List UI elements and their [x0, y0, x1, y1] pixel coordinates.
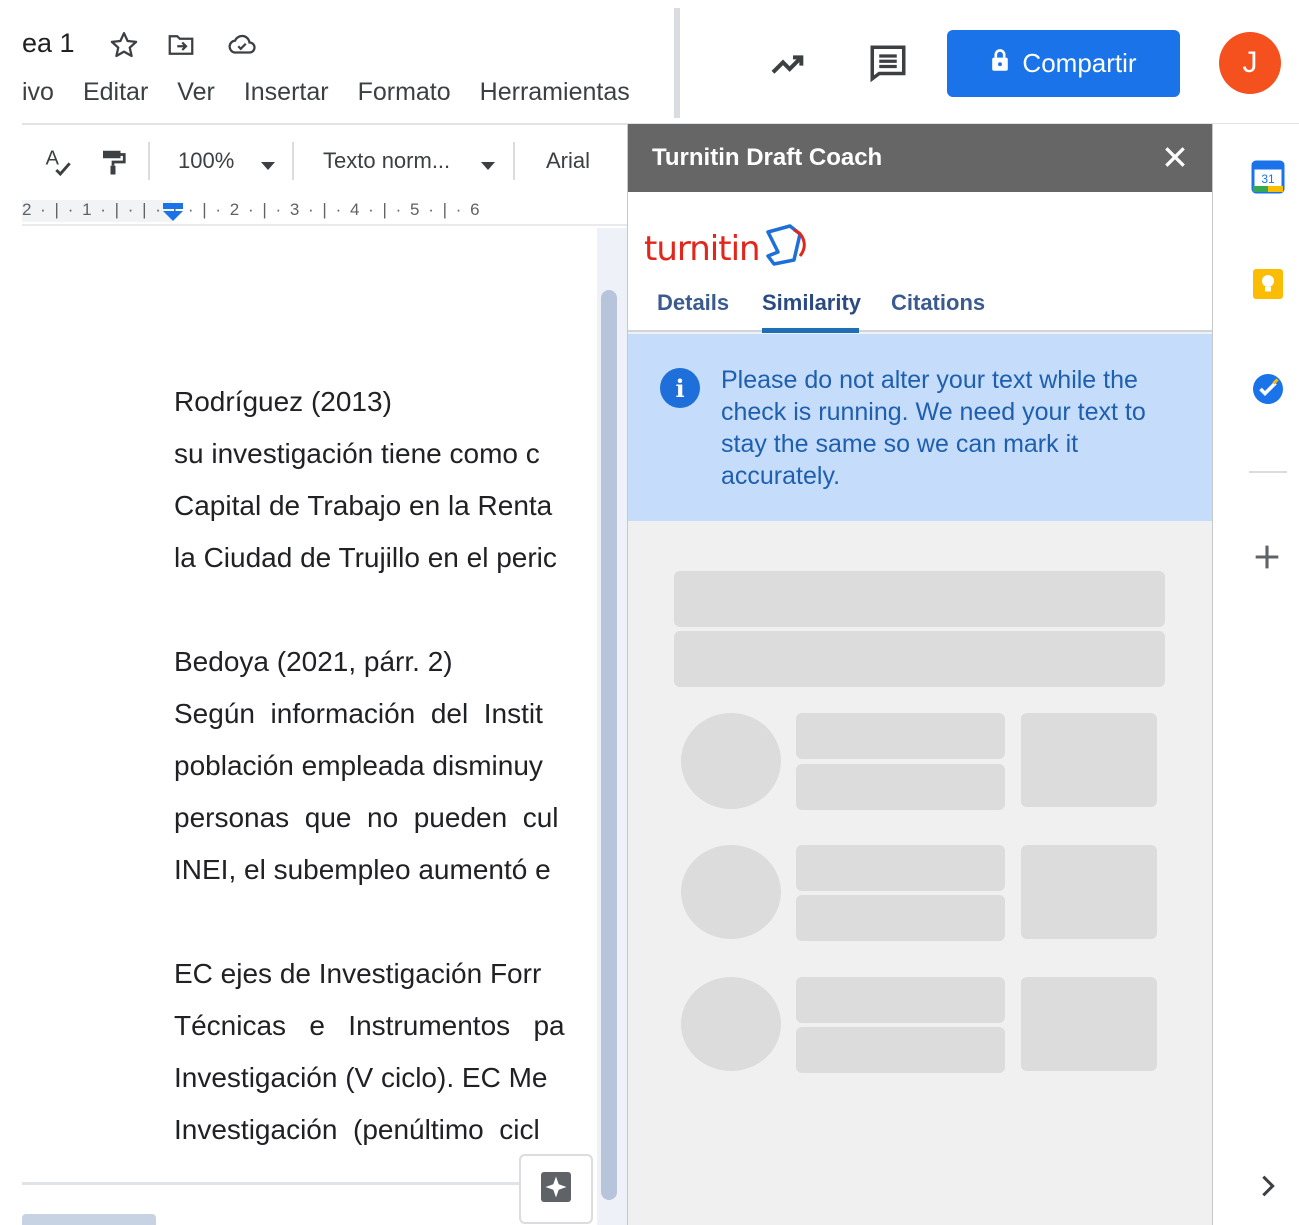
tab-citations[interactable]: Citations: [891, 290, 985, 316]
doc-line: población empleada disminuy: [174, 750, 543, 781]
menu-formato[interactable]: Formato: [358, 78, 451, 110]
doc-line: EC ejes de Investigación Forr: [174, 958, 542, 989]
doc-line: la Ciudad de Trujillo en el peric: [174, 542, 557, 573]
skeleton-line: [796, 895, 1005, 941]
paragraph-style-select[interactable]: Texto norm...: [323, 148, 450, 174]
info-icon: i: [660, 368, 700, 408]
doc-line: Rodríguez (2013): [174, 386, 392, 417]
active-tab-indicator: [762, 328, 859, 333]
move-to-folder-icon[interactable]: [165, 30, 197, 65]
spellcheck-icon[interactable]: A: [42, 146, 76, 184]
close-icon[interactable]: [1162, 144, 1188, 175]
panel-header: Turnitin Draft Coach: [628, 124, 1212, 192]
calendar-icon[interactable]: 31: [1250, 159, 1286, 200]
skeleton-avatar: [681, 977, 781, 1071]
header-divider: [674, 8, 680, 118]
menu-editar[interactable]: Editar: [83, 78, 148, 110]
indent-marker-icon[interactable]: [161, 201, 185, 228]
tab-details[interactable]: Details: [657, 290, 729, 316]
add-icon[interactable]: [1250, 540, 1284, 579]
menu-herramientas[interactable]: Herramientas: [480, 78, 630, 110]
doc-line: Técnicas e Instrumentos pa: [174, 1010, 565, 1041]
side-panel-rail: 31: [1213, 124, 1299, 1225]
skeleton-line: [796, 1027, 1005, 1073]
document-title[interactable]: ea 1: [22, 28, 75, 59]
skeleton-block: [1021, 845, 1157, 939]
toolbar-divider: [148, 142, 150, 180]
share-label: Compartir: [1022, 48, 1137, 78]
skeleton-line: [796, 764, 1005, 810]
doc-line: Investigación (V ciclo). EC Me: [174, 1062, 548, 1093]
panel-tabs: Details Similarity Citations: [628, 290, 1212, 332]
panel-tabs-area: turnitin Details Similarity Citations: [628, 192, 1212, 333]
doc-line: personas que no pueden cul: [174, 802, 559, 833]
horizontal-scrollbar[interactable]: [22, 1214, 156, 1225]
menu-ver[interactable]: Ver: [177, 78, 215, 110]
doc-toolbar: A 100% Texto norm... Arial: [22, 128, 628, 194]
toolbar-divider: [292, 142, 294, 180]
cloud-saved-icon[interactable]: [224, 30, 260, 65]
trending-icon[interactable]: [766, 44, 810, 89]
skeleton-block: [1021, 977, 1157, 1071]
tab-similarity[interactable]: Similarity: [762, 290, 861, 316]
calendar-day: 31: [1261, 172, 1275, 186]
skeleton-line: [796, 713, 1005, 759]
comment-icon[interactable]: [866, 42, 910, 89]
dropdown-arrow-icon[interactable]: [480, 152, 496, 178]
left-edge: [0, 0, 22, 1225]
avatar[interactable]: J: [1219, 32, 1281, 94]
skeleton-line: [796, 977, 1005, 1023]
skeleton-avatar: [681, 845, 781, 939]
info-notice: i Please do not alter your text while th…: [628, 334, 1212, 521]
skeleton-avatar: [681, 713, 781, 809]
toolbar-divider: [513, 142, 515, 180]
notice-text: Please do not alter your text while the …: [721, 366, 1146, 490]
dropdown-arrow-icon[interactable]: [260, 152, 276, 178]
expand-chevron-icon[interactable]: [1257, 1172, 1279, 1205]
horizontal-scroll-track: [22, 1182, 528, 1185]
share-button[interactable]: Compartir: [947, 30, 1180, 97]
vertical-scrollbar[interactable]: [601, 290, 617, 1200]
doc-line: Investigación (penúltimo cicl: [174, 1114, 540, 1145]
panel-title: Turnitin Draft Coach: [652, 144, 883, 171]
doc-line: INEI, el subempleo aumentó e: [174, 854, 551, 885]
rail-divider: [1249, 471, 1287, 473]
zoom-select[interactable]: 100%: [178, 148, 234, 174]
lock-icon: [990, 48, 1010, 79]
svg-text:A: A: [46, 148, 60, 170]
ruler: 2 · | · 1 · | · | · 1 · | · 2 · | · 3 · …: [22, 196, 628, 226]
explore-button[interactable]: [519, 1154, 593, 1224]
skeleton-line: [796, 845, 1005, 891]
ruler-marks: 2 · | · 1 · | · | · 1 · | · 2 · | · 3 · …: [22, 200, 482, 219]
menu-bar: ivo Editar Ver Insertar Formato Herramie…: [22, 78, 630, 110]
star-icon[interactable]: [108, 30, 140, 65]
skeleton-block: [1021, 713, 1157, 807]
paint-format-icon[interactable]: [98, 146, 128, 184]
menu-insertar[interactable]: Insertar: [244, 78, 329, 110]
turnitin-logo: turnitin: [644, 222, 814, 275]
doc-line: Bedoya (2021, párr. 2): [174, 646, 453, 677]
explore-icon: [538, 1169, 574, 1210]
doc-line: Según información del Instit: [174, 698, 543, 729]
menu-archivo[interactable]: ivo: [22, 78, 54, 110]
doc-line: su investigación tiene como c: [174, 438, 540, 469]
keep-icon[interactable]: [1250, 266, 1286, 307]
logo-wordmark: turnitin: [644, 228, 761, 269]
font-select[interactable]: Arial: [546, 148, 590, 174]
skeleton-bar: [674, 631, 1165, 687]
turnitin-panel: Turnitin Draft Coach turnitin Details Si…: [627, 124, 1213, 1225]
doc-line: Capital de Trabajo en la Renta: [174, 490, 553, 521]
turnitin-logo-icon: [760, 222, 814, 275]
document-body[interactable]: Rodríguez (2013) su investigación tiene …: [174, 376, 596, 1156]
skeleton-bar: [674, 571, 1165, 627]
tasks-icon[interactable]: [1250, 371, 1286, 412]
